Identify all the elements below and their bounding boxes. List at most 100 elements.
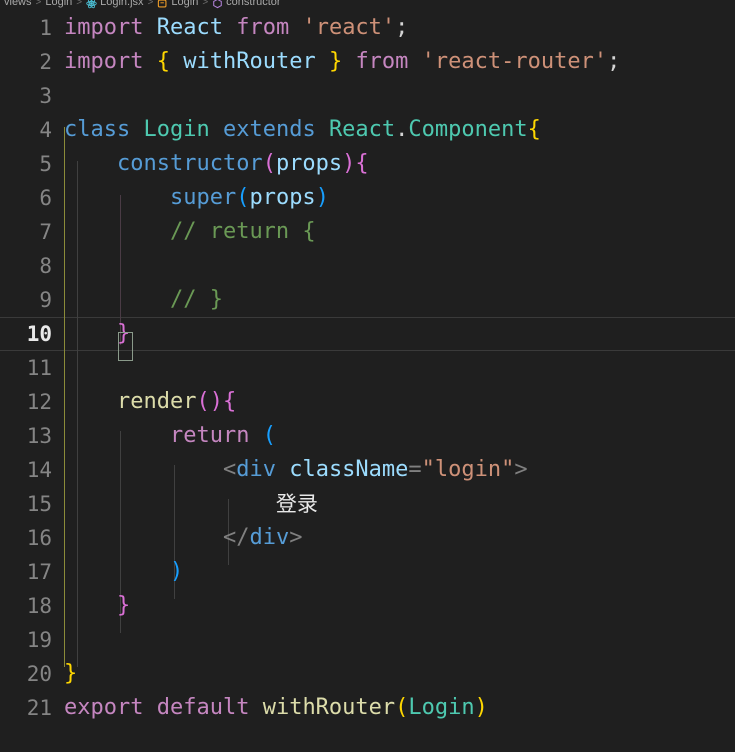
breadcrumb-separator: > xyxy=(35,0,42,8)
code-line[interactable]: 11 xyxy=(0,351,735,385)
line-number: 5 xyxy=(39,152,52,176)
code-line[interactable]: 19 xyxy=(0,623,735,657)
breadcrumb-item-constructor[interactable]: constructor xyxy=(212,0,281,9)
code-line[interactable]: 16 </div> xyxy=(0,521,735,555)
code-token: export xyxy=(64,695,144,720)
code-token: 'react-router' xyxy=(421,49,608,74)
breadcrumb-item-login-jsx[interactable]: Login.jsx xyxy=(86,0,144,9)
code-token: extends xyxy=(222,117,316,142)
code-token: withRouter xyxy=(262,695,396,720)
code-token: = xyxy=(408,457,422,482)
code-line[interactable]: 12 render(){ xyxy=(0,385,735,419)
code-token: "login" xyxy=(421,457,515,482)
class-icon xyxy=(157,0,168,9)
code-line[interactable]: 2 import { withRouter } from 'react-route… xyxy=(0,45,735,79)
code-line-content: return ( xyxy=(52,419,276,453)
line-number: 18 xyxy=(26,594,52,618)
code-token: render xyxy=(116,389,197,414)
code-line[interactable]: 15 登录 xyxy=(0,487,735,521)
code-line[interactable]: 10 } xyxy=(0,317,735,351)
line-number: 4 xyxy=(39,118,52,142)
code-line[interactable]: 14 <div className="login"> xyxy=(0,453,735,487)
code-line-content: render(){ xyxy=(52,385,236,419)
code-token: React xyxy=(156,15,223,40)
code-token: React xyxy=(328,117,396,142)
line-number: 2 xyxy=(39,50,52,74)
code-token: super xyxy=(169,185,237,210)
code-line-content: import { withRouter } from 'react-router… xyxy=(52,45,620,79)
code-line[interactable]: 9 // } xyxy=(0,283,735,317)
code-token: ) xyxy=(342,151,356,176)
code-token: Login xyxy=(143,117,210,142)
code-line-content: export default withRouter(Login) xyxy=(52,691,488,725)
code-line-content: ) xyxy=(52,555,183,589)
breadcrumb-item-label: Login xyxy=(45,0,73,8)
line-number: 13 xyxy=(26,424,52,448)
line-number: 21 xyxy=(26,696,52,720)
code-token: ( xyxy=(262,151,276,176)
code-line-content: </div> xyxy=(52,521,303,555)
code-line-content: super(props) xyxy=(52,181,329,215)
code-line[interactable]: 1 import React from 'react'; xyxy=(0,11,735,45)
code-line[interactable]: 6 super(props) xyxy=(0,181,735,215)
code-line[interactable]: 8 xyxy=(0,249,735,283)
breadcrumb-item-login[interactable]: Login xyxy=(157,0,198,8)
code-token: // } xyxy=(169,287,223,312)
code-token: from xyxy=(236,15,290,40)
code-editor[interactable]: 1 import React from 'react'; 2 import { wit… xyxy=(0,11,735,752)
code-token: // return { xyxy=(169,219,316,244)
code-line[interactable]: 4 class Login extends React.Component{ xyxy=(0,113,735,147)
code-line-content: // return { xyxy=(52,215,316,249)
code-line[interactable]: 20} xyxy=(0,657,735,691)
code-line[interactable]: 5 constructor(props){ xyxy=(0,147,735,181)
code-line-content: } xyxy=(52,317,130,351)
code-token: { xyxy=(355,151,369,176)
code-line-content: class Login extends React.Component{ xyxy=(52,113,541,147)
breadcrumb-item-label: views xyxy=(4,0,32,8)
breadcrumb[interactable]: views > Login > Login.jsx > Login > constructor xyxy=(0,0,735,11)
code-line-content: } xyxy=(52,657,77,691)
code-line[interactable]: 21 export default withRouter(Login) xyxy=(0,691,735,725)
code-token: Login xyxy=(408,695,475,720)
code-token: ( xyxy=(196,389,210,414)
code-token: < xyxy=(222,457,237,482)
code-token: from xyxy=(355,49,409,74)
code-line[interactable]: 13 return ( xyxy=(0,419,735,453)
code-line[interactable]: 7 // return { xyxy=(0,215,735,249)
code-token: { xyxy=(156,49,170,74)
code-token: div xyxy=(249,525,290,550)
code-token: default xyxy=(156,695,250,720)
code-token: } xyxy=(116,321,131,346)
code-line[interactable]: 17 ) xyxy=(0,555,735,589)
code-token: ) xyxy=(169,559,184,584)
line-number: 10 xyxy=(26,322,52,346)
method-icon xyxy=(212,0,223,9)
breadcrumb-separator: > xyxy=(147,0,154,8)
breadcrumb-item-login[interactable]: Login xyxy=(45,0,72,8)
line-number: 12 xyxy=(26,390,52,414)
breadcrumb-item-label: Login.jsx xyxy=(100,0,144,8)
code-token: return xyxy=(169,423,250,448)
line-number: 8 xyxy=(39,254,52,278)
breadcrumb-separator: > xyxy=(76,0,83,8)
breadcrumb-item-views[interactable]: views xyxy=(4,0,32,8)
code-line[interactable]: 18 } xyxy=(0,589,735,623)
line-number: 20 xyxy=(26,662,52,686)
code-line-content: import React from 'react'; xyxy=(52,11,408,45)
breadcrumb-item-label: Login xyxy=(171,0,199,8)
code-line-content: // } xyxy=(52,283,223,317)
code-line[interactable]: 3 xyxy=(0,79,735,113)
